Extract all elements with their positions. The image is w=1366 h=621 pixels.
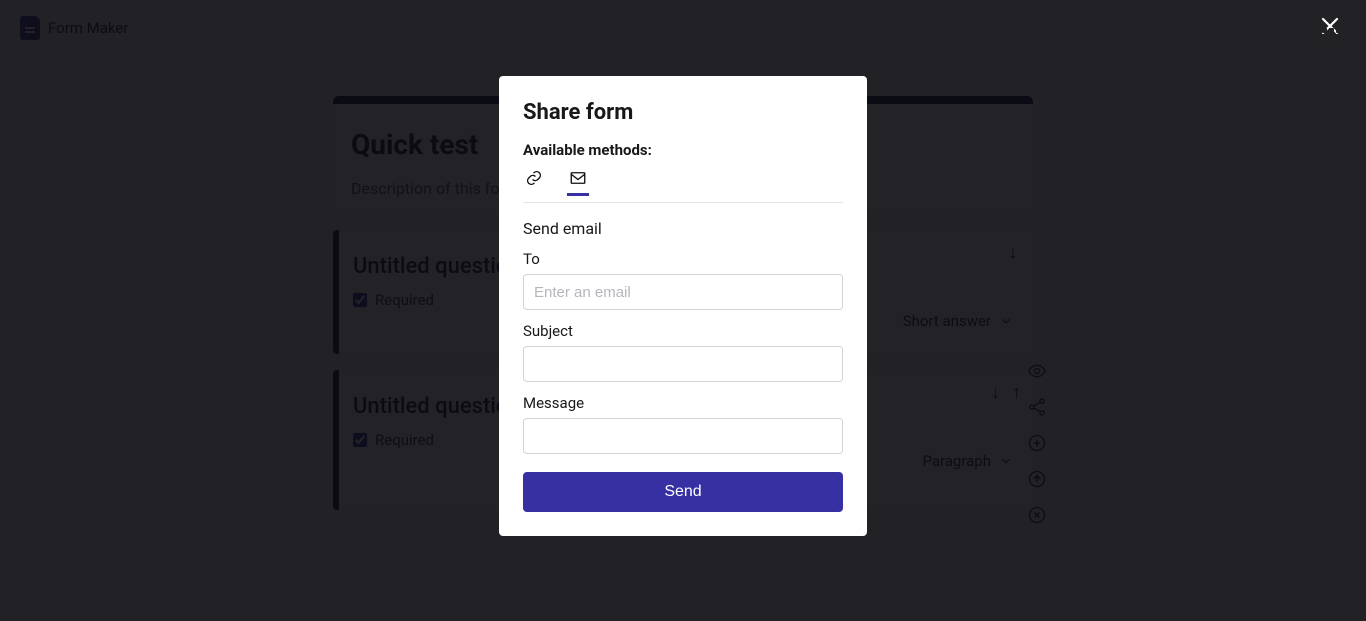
tab-link[interactable] <box>523 169 545 196</box>
modal-title: Share form <box>523 100 843 125</box>
to-input[interactable] <box>523 274 843 310</box>
subject-label: Subject <box>523 322 843 340</box>
mail-icon <box>567 169 589 187</box>
modal-overlay[interactable]: Share form Available methods: Send email… <box>0 0 1366 621</box>
apps-button[interactable] <box>1322 28 1342 48</box>
apps-grid-icon <box>1322 28 1342 48</box>
message-input[interactable] <box>523 418 843 454</box>
share-method-tabs <box>523 169 843 203</box>
tab-email[interactable] <box>567 169 589 196</box>
share-modal: Share form Available methods: Send email… <box>499 76 867 536</box>
message-label: Message <box>523 394 843 412</box>
methods-label: Available methods: <box>523 141 843 159</box>
send-button[interactable]: Send <box>523 472 843 512</box>
to-label: To <box>523 250 843 268</box>
send-email-heading: Send email <box>523 219 843 238</box>
subject-input[interactable] <box>523 346 843 382</box>
link-icon <box>523 169 545 187</box>
